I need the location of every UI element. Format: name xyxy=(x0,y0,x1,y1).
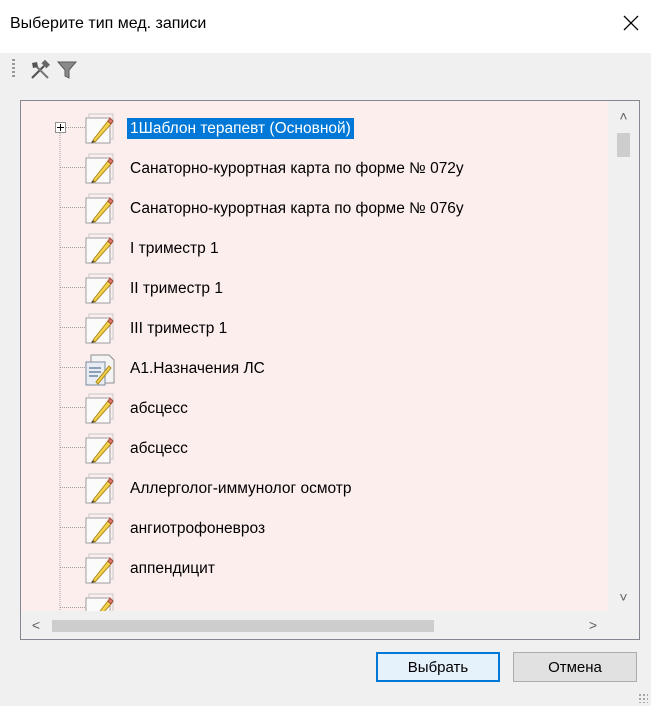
document-pencil-icon xyxy=(83,352,117,386)
scroll-left-button[interactable]: < xyxy=(23,611,49,639)
scroll-right-button[interactable]: > xyxy=(580,611,606,639)
horizontal-scroll-thumb[interactable] xyxy=(52,620,434,632)
scroll-down-button[interactable]: ˅ xyxy=(608,582,639,611)
tree-node-label: II триместр 1 xyxy=(130,280,223,297)
filter-icon xyxy=(56,61,78,79)
pencil-note-icon xyxy=(83,152,117,186)
tree-node-label: А1.Назначения ЛС xyxy=(130,360,265,377)
tree-node-label: Санаторно-курортная карта по форме № 076… xyxy=(130,200,464,217)
pencil-note-icon xyxy=(83,552,117,586)
filter-button[interactable] xyxy=(54,57,80,81)
tree-node[interactable]: ангиотрофоневроз xyxy=(21,508,608,548)
expand-toggle[interactable] xyxy=(55,122,66,133)
toolbar-grip[interactable] xyxy=(12,59,15,79)
tree-node[interactable]: аппендицит xyxy=(21,548,608,588)
tree-node[interactable]: Санаторно-курортная карта по форме № 072… xyxy=(21,148,608,188)
pencil-note-icon xyxy=(83,512,117,546)
tree-node[interactable]: II триместр 1 xyxy=(21,268,608,308)
pencil-note-icon xyxy=(83,312,117,346)
tree-node[interactable] xyxy=(21,588,608,611)
pencil-note-icon xyxy=(83,192,117,226)
tree-node-label: аппендицит xyxy=(130,560,215,577)
pencil-note-icon xyxy=(83,472,117,506)
tree-node[interactable]: А1.Назначения ЛС xyxy=(21,348,608,388)
tree-node[interactable]: абсцесс xyxy=(21,428,608,468)
cancel-button[interactable]: Отмена xyxy=(513,652,637,682)
close-button[interactable] xyxy=(619,11,643,35)
tree-node-label: Санаторно-курортная карта по форме № 072… xyxy=(130,160,464,177)
tree-node[interactable]: Аллерголог-иммунолог осмотр xyxy=(21,468,608,508)
dialog-body: 1Шаблон терапевт (Основной) Санаторно-кур… xyxy=(0,53,651,706)
tree-node-label: Аллерголог-иммунолог осмотр xyxy=(130,480,352,497)
pencil-note-icon xyxy=(83,272,117,306)
vertical-scroll-thumb[interactable] xyxy=(617,133,630,157)
tree-node-label: 1Шаблон терапевт (Основной) xyxy=(127,118,354,139)
scroll-up-button[interactable]: ˄ xyxy=(608,101,639,130)
tree-viewport: 1Шаблон терапевт (Основной) Санаторно-кур… xyxy=(21,101,608,611)
tree-node-label: I триместр 1 xyxy=(130,240,219,257)
tree-node-label: абсцесс xyxy=(130,440,188,457)
select-button[interactable]: Выбрать xyxy=(376,652,500,682)
toolbar xyxy=(0,53,651,87)
tree-node[interactable]: I триместр 1 xyxy=(21,228,608,268)
record-type-tree[interactable]: 1Шаблон терапевт (Основной) Санаторно-кур… xyxy=(20,100,640,640)
pencil-note-icon xyxy=(83,232,117,266)
pencil-note-icon xyxy=(83,592,117,611)
horizontal-scrollbar[interactable]: < > xyxy=(21,611,608,639)
tree-node[interactable]: III триместр 1 xyxy=(21,308,608,348)
tools-icon xyxy=(31,59,50,79)
close-icon xyxy=(623,15,639,31)
tree-node[interactable]: Санаторно-курортная карта по форме № 076… xyxy=(21,188,608,228)
title-bar: Выберите тип мед. записи xyxy=(0,0,651,53)
pencil-note-icon xyxy=(83,112,117,146)
tools-button[interactable] xyxy=(27,57,53,81)
pencil-note-icon xyxy=(83,392,117,426)
tree-node-label: III триместр 1 xyxy=(130,320,228,337)
tree-node[interactable]: абсцесс xyxy=(21,388,608,428)
resize-grip[interactable] xyxy=(638,693,648,703)
tree-node-label: ангиотрофоневроз xyxy=(130,520,266,537)
dialog-title: Выберите тип мед. записи xyxy=(10,15,207,32)
vertical-scrollbar[interactable]: ˄ ˅ xyxy=(608,101,639,611)
scroll-corner xyxy=(608,611,639,639)
pencil-note-icon xyxy=(83,432,117,466)
tree-node-label: абсцесс xyxy=(130,400,188,417)
tree-node[interactable]: 1Шаблон терапевт (Основной) xyxy=(21,108,608,148)
